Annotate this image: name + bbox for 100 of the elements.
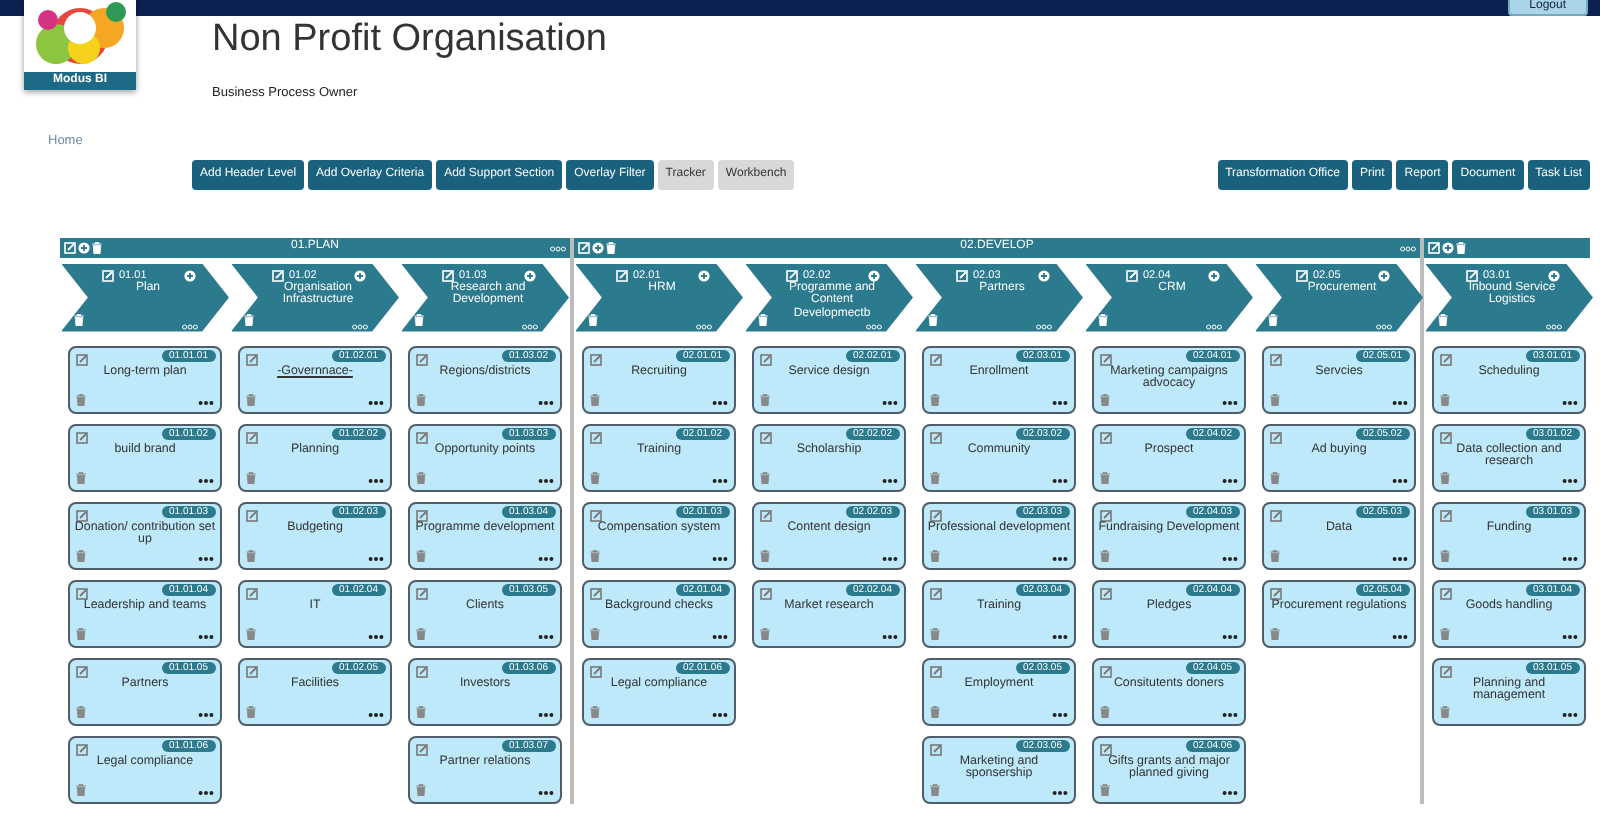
delete-icon[interactable] <box>76 471 86 484</box>
more-icon[interactable] <box>712 399 728 406</box>
delete-icon[interactable] <box>1270 627 1280 640</box>
delete-icon[interactable] <box>246 471 256 484</box>
delete-icon[interactable] <box>590 393 600 406</box>
add-icon[interactable] <box>1442 241 1454 254</box>
edit-icon[interactable] <box>930 509 942 522</box>
add-icon[interactable] <box>523 269 535 282</box>
delete-icon[interactable] <box>1440 705 1450 718</box>
more-icon[interactable] <box>1222 555 1238 562</box>
edit-icon[interactable] <box>416 431 428 444</box>
delete-icon[interactable] <box>416 393 426 406</box>
edit-icon[interactable] <box>930 353 942 366</box>
delete-icon[interactable] <box>760 471 770 484</box>
more-icon[interactable] <box>198 711 214 718</box>
more-icon[interactable] <box>198 789 214 796</box>
delete-icon[interactable] <box>760 549 770 562</box>
edit-icon[interactable] <box>760 587 772 600</box>
more-icon[interactable] <box>1562 399 1578 406</box>
edit-icon[interactable] <box>246 587 258 600</box>
more-icon[interactable] <box>712 633 728 640</box>
more-icon[interactable] <box>1222 633 1238 640</box>
more-icon[interactable] <box>368 477 384 484</box>
add-icon[interactable] <box>1377 269 1389 282</box>
more-icon[interactable] <box>368 711 384 718</box>
more-icon[interactable] <box>712 477 728 484</box>
edit-icon[interactable] <box>760 431 772 444</box>
edit-icon[interactable] <box>590 353 602 366</box>
delete-icon[interactable] <box>1100 549 1110 562</box>
edit-icon[interactable] <box>930 587 942 600</box>
more-icon[interactable] <box>538 399 554 406</box>
add-icon[interactable] <box>183 269 195 282</box>
more-icon[interactable] <box>1052 633 1068 640</box>
more-icon[interactable] <box>538 633 554 640</box>
edit-icon[interactable] <box>590 587 602 600</box>
delete-icon[interactable] <box>416 627 426 640</box>
more-icon[interactable] <box>198 633 214 640</box>
add-icon[interactable] <box>1207 269 1219 282</box>
delete-icon[interactable] <box>1100 393 1110 406</box>
add-icon[interactable] <box>697 269 709 282</box>
edit-icon[interactable] <box>76 743 88 756</box>
delete-icon[interactable] <box>1440 393 1450 406</box>
add-icon[interactable] <box>78 241 90 254</box>
more-icon[interactable] <box>1562 477 1578 484</box>
more-icon[interactable] <box>538 477 554 484</box>
more-icon[interactable] <box>882 477 898 484</box>
add-icon[interactable] <box>867 269 879 282</box>
more-icon[interactable] <box>1222 399 1238 406</box>
delete-icon[interactable] <box>1270 549 1280 562</box>
edit-icon[interactable] <box>1100 509 1112 522</box>
more-icon[interactable] <box>1052 555 1068 562</box>
more-icon[interactable] <box>1052 477 1068 484</box>
edit-icon[interactable] <box>1100 665 1112 678</box>
edit-icon[interactable] <box>246 353 258 366</box>
more-icon[interactable] <box>198 555 214 562</box>
edit-icon[interactable] <box>1440 353 1452 366</box>
edit-icon[interactable] <box>590 509 602 522</box>
add-icon[interactable] <box>1547 269 1559 282</box>
delete-icon[interactable] <box>1100 705 1110 718</box>
delete-icon[interactable] <box>416 783 426 796</box>
delete-icon[interactable] <box>416 705 426 718</box>
edit-icon[interactable] <box>1100 743 1112 756</box>
delete-icon[interactable] <box>76 783 86 796</box>
delete-icon[interactable] <box>246 627 256 640</box>
more-icon[interactable] <box>1392 633 1408 640</box>
edit-icon[interactable] <box>76 665 88 678</box>
edit-icon[interactable] <box>760 353 772 366</box>
edit-icon[interactable] <box>246 509 258 522</box>
delete-icon[interactable] <box>1100 471 1110 484</box>
more-icon[interactable] <box>882 399 898 406</box>
edit-icon[interactable] <box>76 587 88 600</box>
delete-icon[interactable] <box>246 393 256 406</box>
more-icon[interactable] <box>882 555 898 562</box>
edit-icon[interactable] <box>1270 587 1282 600</box>
more-icon[interactable] <box>198 477 214 484</box>
delete-icon[interactable] <box>246 549 256 562</box>
delete-icon[interactable] <box>1270 471 1280 484</box>
more-icon[interactable] <box>1562 555 1578 562</box>
delete-icon[interactable] <box>416 471 426 484</box>
edit-icon[interactable] <box>416 587 428 600</box>
delete-icon[interactable] <box>1440 549 1450 562</box>
edit-icon[interactable] <box>1270 431 1282 444</box>
edit-icon[interactable] <box>1440 431 1452 444</box>
more-icon[interactable] <box>1392 399 1408 406</box>
more-icon[interactable] <box>538 555 554 562</box>
delete-icon[interactable] <box>760 393 770 406</box>
edit-icon[interactable] <box>930 743 942 756</box>
edit-icon[interactable] <box>1270 353 1282 366</box>
edit-icon[interactable] <box>930 431 942 444</box>
delete-icon[interactable] <box>930 705 940 718</box>
more-icon[interactable] <box>1562 711 1578 718</box>
edit-icon[interactable] <box>246 431 258 444</box>
edit-icon[interactable] <box>246 665 258 678</box>
delete-icon[interactable] <box>930 393 940 406</box>
edit-icon[interactable] <box>416 509 428 522</box>
delete-icon[interactable] <box>590 705 600 718</box>
edit-icon[interactable] <box>416 353 428 366</box>
add-icon[interactable] <box>1037 269 1049 282</box>
delete-icon[interactable] <box>760 627 770 640</box>
delete-icon[interactable] <box>930 627 940 640</box>
